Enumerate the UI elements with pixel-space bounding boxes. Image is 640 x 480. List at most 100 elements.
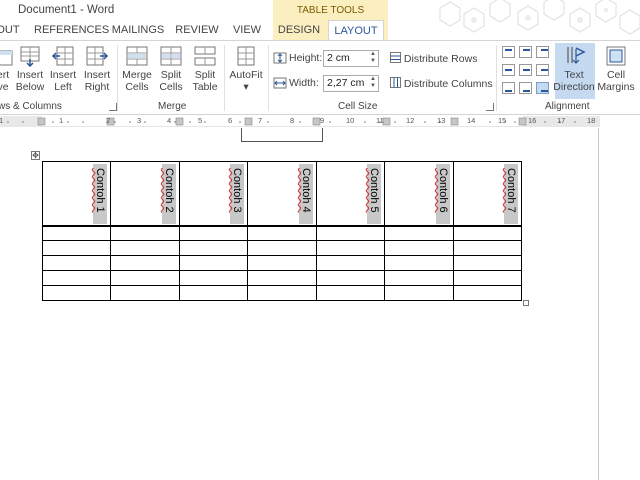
cell-shading: Contoh 2 [161,164,176,224]
table-header-cell[interactable]: Contoh 6 [384,161,454,227]
cell-margins-icon [606,46,626,66]
height-input[interactable]: 2 cm ▲ ▼ [323,50,379,67]
ruler-number: 1 [59,116,64,125]
table-cell[interactable] [384,270,454,286]
ruler-number: 15 [498,116,507,125]
row-height-icon [273,52,287,64]
table-cell[interactable] [178,225,249,241]
table-cell[interactable] [110,240,180,256]
ruler-number: 12 [406,116,415,125]
align-bottom-left-icon[interactable] [502,82,515,94]
table-cell[interactable] [247,285,317,301]
table-cell[interactable] [452,255,523,271]
table-cell[interactable] [41,285,112,301]
rows-columns-launcher-icon[interactable] [109,103,117,111]
table-header-cell[interactable]: Contoh 2 [110,161,180,227]
cell-margins-button[interactable]: Cell Margins [596,45,636,93]
cell-size-launcher-icon[interactable] [486,103,494,111]
insert-left-icon [51,46,74,66]
width-input[interactable]: 2,27 cm ▲ ▼ [323,75,379,92]
align-top-left-icon[interactable] [502,46,515,58]
text-direction-button[interactable]: Text Direction [553,45,595,93]
ruler-number: 5 [198,116,203,125]
align-center-icon[interactable] [519,64,532,76]
align-center-left-icon[interactable] [502,64,515,76]
table-header-cell[interactable]: Contoh 3 [178,161,249,227]
table-cell[interactable] [247,240,317,256]
insert-below-button[interactable]: Insert Below [14,45,46,93]
insert-right-label-2: Right [84,81,110,93]
align-top-center-icon[interactable] [519,46,532,58]
table-cell[interactable] [452,240,523,256]
table-header-cell[interactable]: Contoh 1 [41,161,112,227]
table-cell[interactable] [41,240,112,256]
table-cell[interactable] [247,255,317,271]
insert-above-button[interactable]: ert ve [0,45,14,93]
header-text: Contoh 5 [368,168,381,213]
align-top-right-icon[interactable] [536,46,549,58]
table-cell[interactable] [178,285,249,301]
split-cells-label-1: Split [160,69,182,81]
table-cell[interactable] [315,240,386,256]
align-bottom-center-icon[interactable] [519,82,532,94]
table-header-cell[interactable]: Contoh 5 [315,161,386,227]
table-cell[interactable] [110,255,180,271]
tab-view[interactable]: VIEW [228,20,266,40]
move-icon[interactable]: ✥ [31,151,40,160]
table-cell[interactable] [178,270,249,286]
table-cell[interactable] [41,270,112,286]
document-table[interactable]: Contoh 1 Contoh 2 Contoh 3 Contoh 4 Cont… [41,161,523,301]
height-spinner-icon[interactable]: ▲ ▼ [370,51,376,65]
table-cell[interactable] [247,270,317,286]
table-cell[interactable] [384,285,454,301]
width-spinner-icon[interactable]: ▲ ▼ [370,76,376,90]
table-cell[interactable] [452,270,523,286]
split-table-button[interactable]: Split Table [189,45,221,93]
resize-icon[interactable] [523,300,529,306]
split-cells-button[interactable]: Split Cells [156,45,186,93]
table-cell[interactable] [110,285,180,301]
table-cell[interactable] [384,255,454,271]
table-row [41,255,523,271]
cell-shading: Contoh 5 [367,164,382,224]
table-cell[interactable] [315,255,386,271]
table-cell[interactable] [384,240,454,256]
table-cell[interactable] [452,285,523,301]
rows-columns-group-label: ws & Columns [0,101,62,112]
tab-review[interactable]: REVIEW [174,20,220,40]
table-tools-label: TABLE TOOLS [296,5,365,16]
distribute-rows-icon [390,52,401,63]
table-cell[interactable] [315,285,386,301]
tab-mailings[interactable]: MAILINGS [110,20,166,40]
table-cell[interactable] [41,255,112,271]
table-cell[interactable] [110,270,180,286]
horizontal-ruler[interactable]: 1 1 2 3 4 5 6 7 8 9 10 11 12 13 14 15 16… [0,116,600,127]
insert-left-button[interactable]: Insert Left [48,45,78,93]
tab-design[interactable]: DESIGN [276,20,322,40]
table-cell[interactable] [110,225,180,241]
header-text: Contoh 4 [299,168,312,213]
table-row [41,240,523,256]
table-cell[interactable] [452,225,523,241]
table-cell[interactable] [315,270,386,286]
distribute-columns-button[interactable]: Distribute Columns [390,77,493,90]
table-header-cell[interactable]: Contoh 7 [452,161,523,227]
column-width-icon [273,77,287,89]
table-cell[interactable] [247,225,317,241]
table-cell[interactable] [41,225,112,241]
table-cell[interactable] [178,240,249,256]
tab-layout-page[interactable]: OUT [0,20,20,40]
table-cell[interactable] [384,225,454,241]
tab-layout[interactable]: LAYOUT [328,20,384,40]
distribute-rows-button[interactable]: Distribute Rows [390,52,477,65]
autofit-button[interactable]: AutoFit ▾ [227,45,265,93]
table-cell[interactable] [178,255,249,271]
insert-right-button[interactable]: Insert Right [82,45,112,93]
align-center-right-icon[interactable] [536,64,549,76]
align-bottom-right-icon[interactable] [536,82,549,94]
distribute-rows-label: Distribute Rows [403,53,478,65]
table-cell[interactable] [315,225,386,241]
merge-cells-button[interactable]: Merge Cells [120,45,154,93]
table-header-cell[interactable]: Contoh 4 [247,161,317,227]
tab-references[interactable]: REFERENCES [34,20,109,40]
